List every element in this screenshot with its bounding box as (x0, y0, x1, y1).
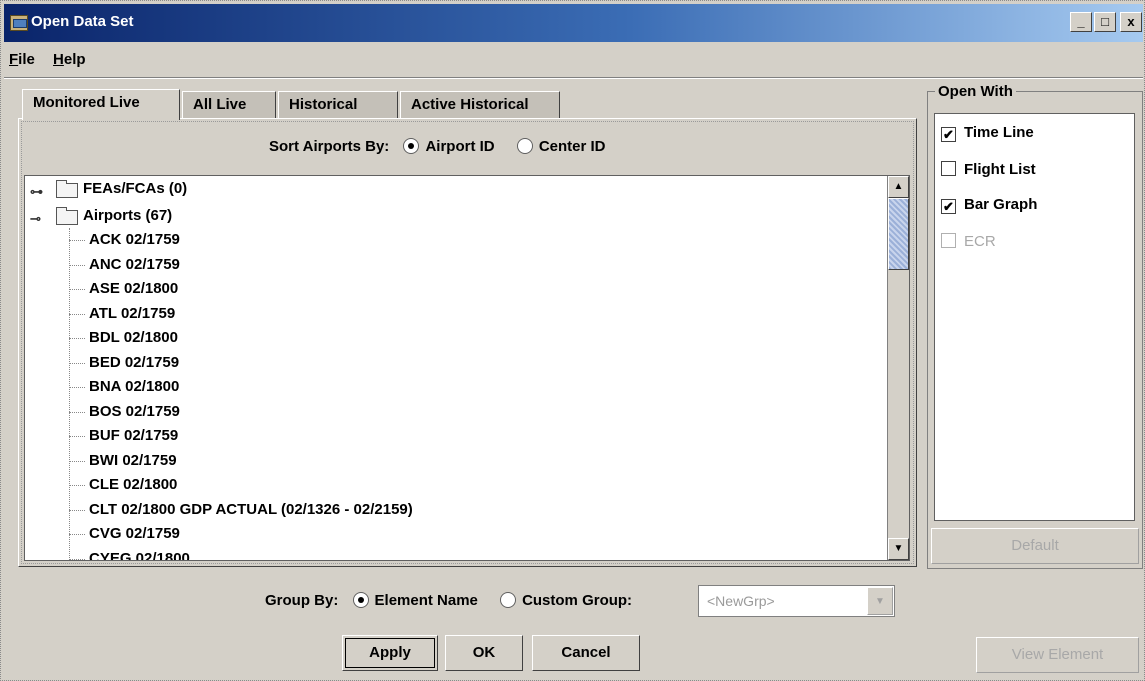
data-set-tree[interactable]: ⊶ FEAs/FCAs (0) ⊸ Airports (67) ACK 02/1… (24, 175, 910, 561)
open-with-ecr: ECR (941, 231, 996, 253)
ok-button[interactable]: OK (445, 635, 523, 671)
checkbox-checked[interactable]: ✔ (941, 127, 956, 142)
tree-node-airport[interactable]: ASE 02/1800 (89, 277, 178, 301)
expand-open-icon[interactable]: ⊸ (30, 207, 41, 231)
tree-guide-line (69, 509, 85, 511)
tree-node-airport[interactable]: BUF 02/1759 (89, 424, 178, 448)
custom-group-combo[interactable]: <NewGrp> ▼ (698, 585, 895, 617)
tree-guide-line (69, 436, 85, 437)
tree-guide-line (69, 228, 70, 560)
tree-guide-line (69, 338, 85, 339)
sort-airport-id-radio[interactable] (403, 138, 420, 154)
menu-bar: File Help (9, 51, 100, 73)
tab-active-historical[interactable]: Active Historical (400, 91, 560, 119)
tree-guide-line (69, 289, 85, 290)
open-with-bar-graph[interactable]: ✔ Bar Graph (941, 194, 1037, 216)
tree-node-airports[interactable]: ⊸ Airports (67) (25, 204, 325, 228)
apply-button[interactable]: Apply (342, 635, 438, 671)
tree-guide-line (69, 460, 85, 462)
tree-guide-line (69, 485, 85, 486)
tree-guide-line (69, 534, 85, 535)
checkbox-disabled (941, 233, 956, 248)
group-custom-label[interactable]: Custom Group: (522, 588, 632, 614)
scroll-down-button[interactable]: ▼ (888, 538, 909, 560)
group-by-row: Group By: Element Name Custom Group: (265, 588, 640, 614)
tree-guide-line (69, 313, 85, 315)
tree-node-airport[interactable]: ANC 02/1759 (89, 253, 180, 277)
tree-node-airport[interactable]: ACK 02/1759 (89, 228, 180, 252)
tree-guide-line (69, 240, 85, 241)
tree-node-airport[interactable]: BOS 02/1759 (89, 400, 180, 424)
checkbox-unchecked[interactable] (941, 161, 956, 176)
custom-group-value: <NewGrp> (707, 593, 775, 609)
open-with-time-line[interactable]: ✔ Time Line (941, 122, 1034, 144)
tree-node-airport[interactable]: BNA 02/1800 (89, 375, 179, 399)
expand-collapsed-icon[interactable]: ⊶ (30, 180, 43, 204)
tree-content: ⊶ FEAs/FCAs (0) ⊸ Airports (67) ACK 02/1… (25, 176, 887, 561)
tree-guide-line (69, 362, 85, 364)
tree-guide-line (69, 411, 85, 413)
close-button[interactable]: x (1120, 12, 1142, 32)
tree-guide-line (69, 558, 85, 560)
tree-node-airport[interactable]: BDL 02/1800 (89, 326, 178, 350)
sort-label: Sort Airports By: (269, 138, 390, 155)
menu-file[interactable]: File (9, 51, 35, 68)
group-by-label: Group By: (265, 592, 339, 609)
tree-node-airport[interactable]: CLE 02/1800 (89, 473, 177, 497)
sort-center-id-radio[interactable] (516, 138, 533, 154)
open-data-set-window: Open Data Set _ □ x File Help Monitored … (0, 0, 1145, 681)
view-element-button: View Element (976, 637, 1139, 673)
cancel-button[interactable]: Cancel (532, 635, 640, 671)
title-bar[interactable]: Open Data Set _ □ x (4, 4, 1143, 42)
menu-divider (4, 77, 1143, 79)
tab-historical[interactable]: Historical (278, 91, 398, 119)
scroll-thumb[interactable] (888, 198, 909, 270)
tree-node-airport[interactable]: CLT 02/1800 GDP ACTUAL (02/1326 - 02/215… (89, 498, 413, 522)
tree-node-airport[interactable]: BWI 02/1759 (89, 449, 177, 473)
chevron-down-icon[interactable]: ▼ (867, 587, 893, 615)
window-title: Open Data Set (31, 13, 134, 30)
checkbox-checked[interactable]: ✔ (941, 199, 956, 214)
tree-scrollbar[interactable]: ▲ ▼ (887, 176, 909, 560)
group-element-name-label[interactable]: Element Name (375, 588, 478, 614)
tree-node-airport[interactable]: CVG 02/1759 (89, 522, 180, 546)
tree-guide-line (69, 264, 85, 266)
tree-node-airport[interactable]: ATL 02/1759 (89, 302, 175, 326)
sort-airports-row: Sort Airports By: Airport ID Center ID (269, 138, 614, 160)
tree-guide-line (69, 387, 85, 388)
open-with-flight-list[interactable]: Flight List (941, 159, 1036, 181)
sort-airport-id-label[interactable]: Airport ID (425, 138, 494, 155)
tree-node-airport[interactable]: CYEG 02/1800 (89, 547, 190, 561)
tree-node-airport[interactable]: BED 02/1759 (89, 351, 179, 375)
group-element-name-radio[interactable] (352, 592, 369, 608)
folder-icon (56, 180, 78, 198)
open-with-list: ✔ Time Line Flight List ✔ Bar Graph ECR (934, 113, 1135, 521)
group-custom-radio[interactable] (500, 592, 517, 608)
app-icon (10, 15, 28, 31)
menu-help[interactable]: Help (53, 51, 86, 68)
minimize-button[interactable]: _ (1070, 12, 1092, 32)
open-with-title: Open With (935, 83, 1016, 100)
tab-monitored-live[interactable]: Monitored Live (22, 89, 180, 120)
tree-node-feas-fcas[interactable]: ⊶ FEAs/FCAs (0) (25, 177, 325, 201)
tab-all-live[interactable]: All Live (182, 91, 276, 119)
maximize-button[interactable]: □ (1094, 12, 1116, 32)
folder-icon (56, 207, 78, 225)
default-button: Default (931, 528, 1139, 564)
sort-center-id-label[interactable]: Center ID (539, 138, 606, 155)
scroll-up-button[interactable]: ▲ (888, 176, 909, 198)
